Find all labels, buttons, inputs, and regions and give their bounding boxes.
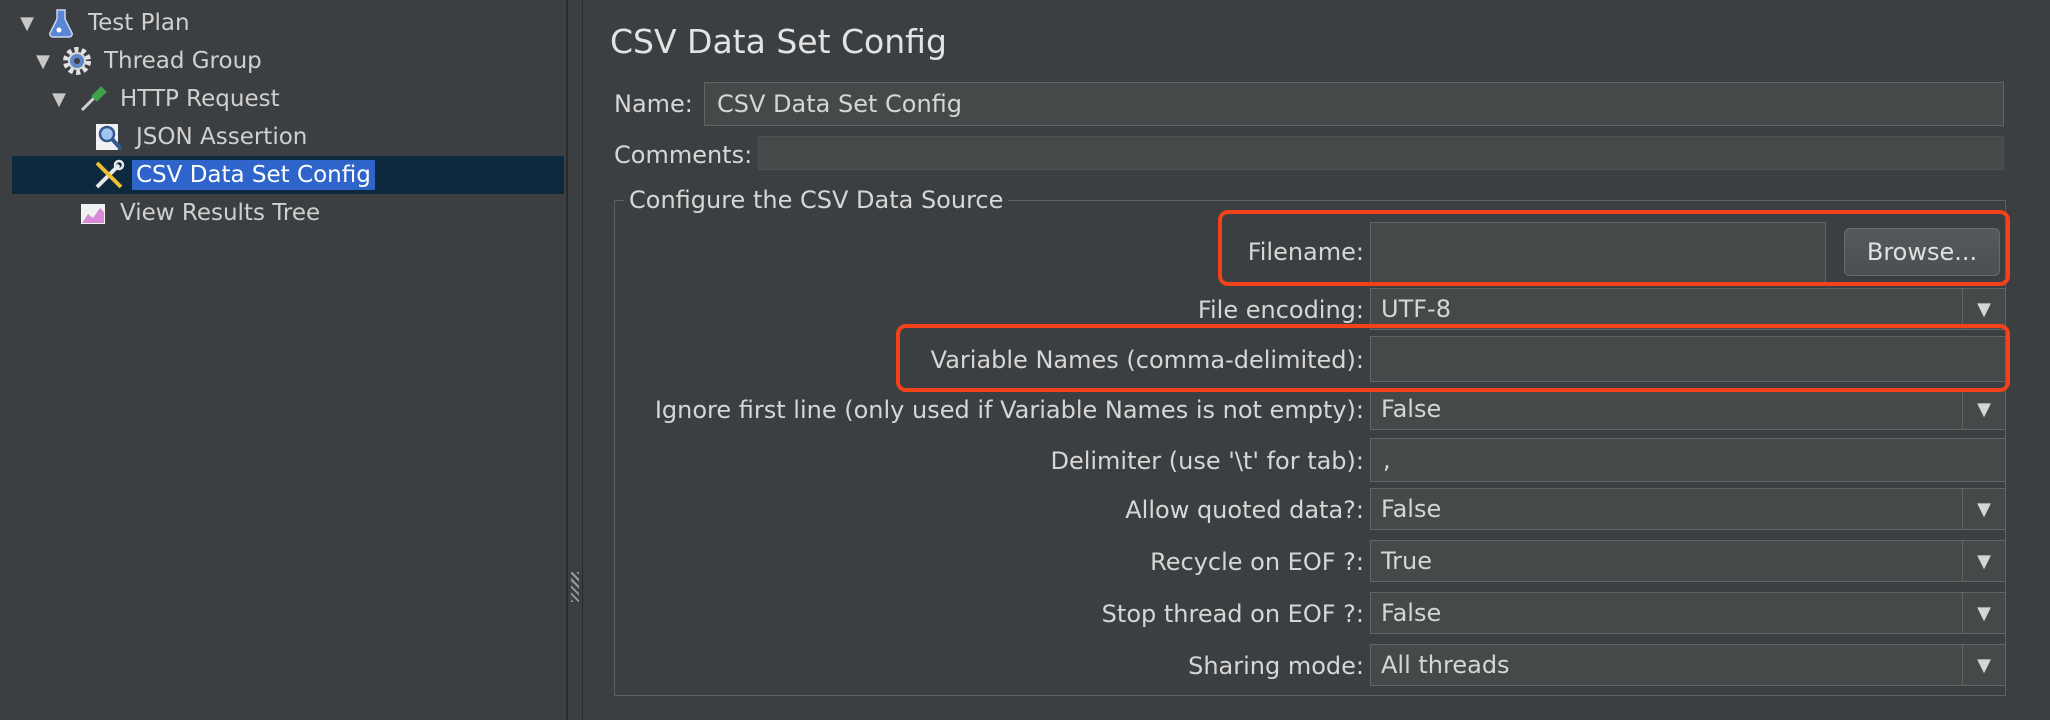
stop-thread-eof-label: Stop thread on EOF ?: bbox=[1101, 600, 1364, 628]
ignore-first-line-select[interactable]: False ▼ bbox=[1370, 388, 2006, 430]
tree-item-view-results-tree[interactable]: View Results Tree bbox=[50, 195, 324, 231]
delimiter-label: Delimiter (use '\t' for tab): bbox=[1050, 447, 1364, 475]
tree-item-label: JSON Assertion bbox=[136, 124, 308, 150]
flask-icon bbox=[44, 6, 78, 40]
gear-icon bbox=[60, 44, 94, 78]
file-encoding-label: File encoding: bbox=[1197, 296, 1364, 324]
stop-thread-eof-select[interactable]: False ▼ bbox=[1370, 592, 2006, 634]
tree-item-label: Thread Group bbox=[104, 48, 262, 74]
chevron-down-icon[interactable]: ▼ bbox=[1962, 541, 2005, 581]
recycle-eof-value: True bbox=[1381, 547, 1432, 575]
splitter-grip-icon[interactable] bbox=[571, 572, 579, 602]
panel-splitter[interactable] bbox=[568, 0, 583, 720]
filename-highlight-box bbox=[1218, 210, 2010, 286]
sharing-mode-select[interactable]: All threads ▼ bbox=[1370, 644, 2006, 686]
allow-quoted-label: Allow quoted data?: bbox=[1125, 496, 1364, 524]
tree-item-thread-group[interactable]: ▼ Thread Group bbox=[34, 43, 266, 79]
ignore-first-line-label: Ignore first line (only used if Variable… bbox=[654, 396, 1364, 424]
chevron-down-icon[interactable]: ▼ bbox=[1962, 389, 2005, 429]
allow-quoted-select[interactable]: False ▼ bbox=[1370, 488, 2006, 530]
tree-item-label: CSV Data Set Config bbox=[132, 160, 375, 190]
chart-icon bbox=[76, 196, 110, 230]
variable-names-highlight-box bbox=[896, 324, 2010, 392]
expand-toggle-icon[interactable]: ▼ bbox=[34, 51, 52, 72]
tree-item-test-plan[interactable]: ▼ Test Plan bbox=[18, 5, 194, 41]
sharing-mode-label: Sharing mode: bbox=[1188, 652, 1364, 680]
expand-toggle-icon[interactable]: ▼ bbox=[18, 13, 36, 34]
chevron-down-icon[interactable]: ▼ bbox=[1962, 489, 2005, 529]
allow-quoted-value: False bbox=[1381, 495, 1442, 523]
tree-item-label: HTTP Request bbox=[120, 86, 280, 112]
chevron-down-icon[interactable]: ▼ bbox=[1962, 593, 2005, 633]
chevron-down-icon[interactable]: ▼ bbox=[1962, 645, 2005, 685]
test-plan-tree: ▼ Test Plan ▼ Thread Group ▼ HTTP Reques… bbox=[0, 0, 568, 720]
tree-item-label: Test Plan bbox=[88, 10, 190, 36]
delimiter-input[interactable]: , bbox=[1370, 438, 2006, 482]
tree-item-csv-data-set-config[interactable]: CSV Data Set Config bbox=[66, 157, 375, 193]
tree-item-json-assertion[interactable]: JSON Assertion bbox=[66, 119, 311, 155]
expand-toggle-icon[interactable]: ▼ bbox=[50, 89, 68, 110]
recycle-eof-select[interactable]: True ▼ bbox=[1370, 540, 2006, 582]
magnifier-icon bbox=[92, 120, 126, 154]
ignore-first-line-value: False bbox=[1381, 395, 1442, 423]
tree-item-http-request[interactable]: ▼ HTTP Request bbox=[50, 81, 284, 117]
chevron-down-icon[interactable]: ▼ bbox=[1962, 289, 2005, 329]
config-panel: CSV Data Set Config Name: CSV Data Set C… bbox=[584, 0, 2050, 720]
stop-thread-eof-value: False bbox=[1381, 599, 1442, 627]
tools-icon bbox=[92, 158, 126, 192]
pipette-icon bbox=[76, 82, 110, 116]
sharing-mode-value: All threads bbox=[1381, 651, 1510, 679]
tree-item-label: View Results Tree bbox=[120, 200, 321, 226]
file-encoding-value[interactable]: UTF-8 bbox=[1371, 295, 1962, 323]
recycle-eof-label: Recycle on EOF ?: bbox=[1150, 548, 1364, 576]
